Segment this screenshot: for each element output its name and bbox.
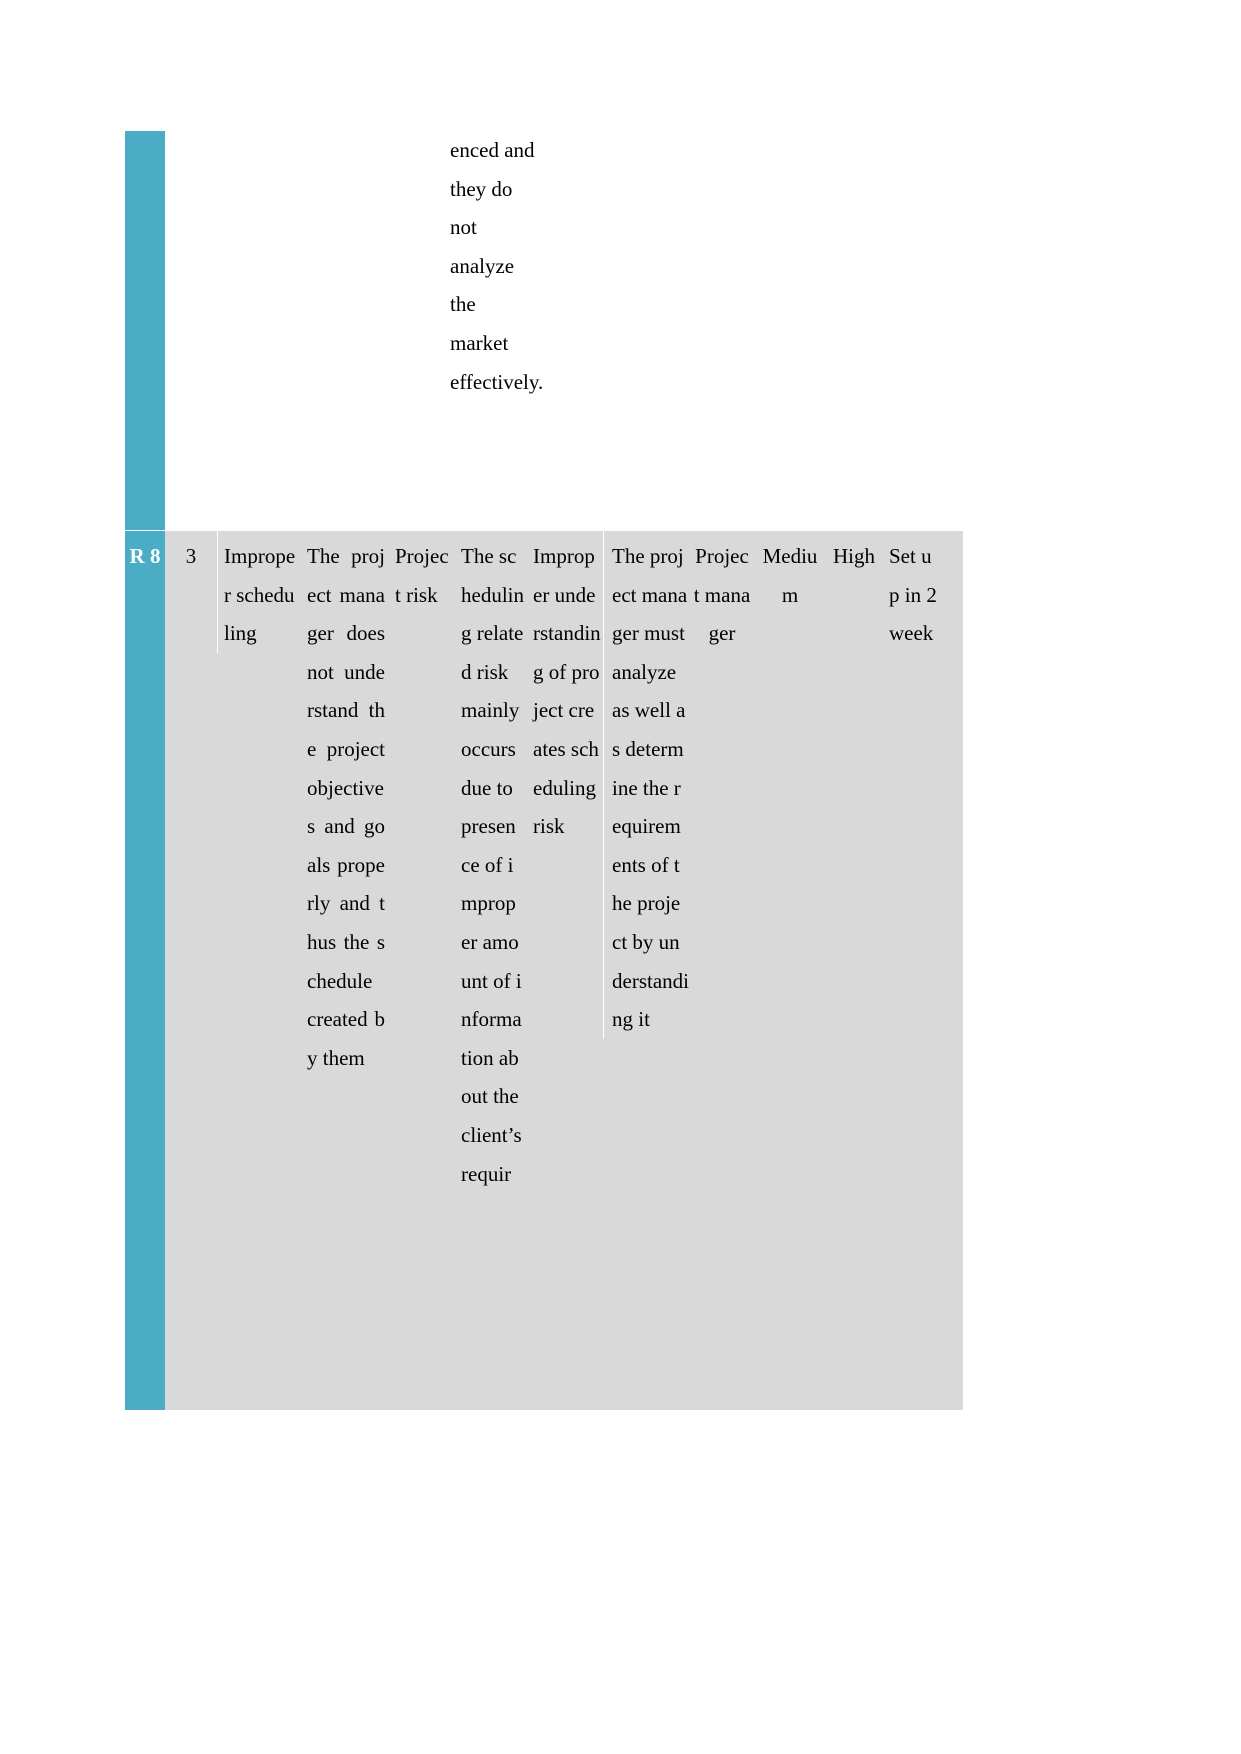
- cell-timeline: Set up in 2 week: [889, 544, 937, 646]
- continued-table-fragment: enced and they do not analyze the market…: [125, 131, 963, 530]
- continued-risk-description-text: enced and they do not analyze the market…: [450, 138, 544, 394]
- continued-row-accent-bar: [125, 131, 165, 530]
- risk-id-label: R 8: [129, 544, 161, 568]
- risk-register-row-r8: R 8 3 Improper scheduling The project ma…: [125, 531, 963, 1410]
- table-row: 3 Improper scheduling The project manage…: [165, 531, 963, 1410]
- risk-id-accent-bar: R 8: [125, 531, 165, 1410]
- cell-risk-response: The project manager must analyze as well…: [603, 531, 691, 1039]
- cell-risk-category: Project risk: [395, 544, 449, 607]
- cell-risk-cause: The scheduling related risk mainly occur…: [461, 544, 524, 1186]
- cell-probability: Medium: [762, 544, 818, 607]
- cell-risk-owner: Project manager: [693, 544, 751, 646]
- cell-risk-description: The project manager does not understand …: [307, 544, 385, 1070]
- cell-serial-number: 3: [185, 544, 197, 568]
- cell-risk-title: Improper scheduling: [217, 531, 301, 653]
- cell-impact: High: [833, 544, 875, 568]
- cell-risk-effect: Improper understanding of project create…: [533, 544, 601, 839]
- document-page: enced and they do not analyze the market…: [0, 0, 1241, 1754]
